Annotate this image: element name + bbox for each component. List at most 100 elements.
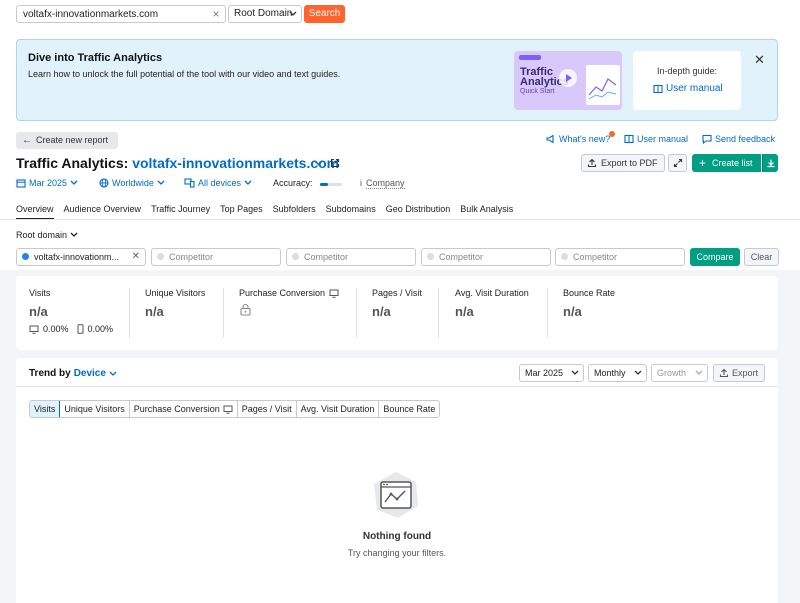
tab-audience-overview[interactable]: Audience Overview [64, 204, 142, 220]
competitor-input-4[interactable]: Competitor [555, 248, 685, 266]
date-filter-label: Mar 2025 [29, 178, 68, 188]
metric-label: Bounce Rate [563, 288, 616, 298]
expand-icon [673, 158, 683, 168]
info-icon: i [360, 178, 362, 188]
chevron-down-icon [289, 11, 297, 16]
user-manual-top-link[interactable]: User manual [624, 134, 688, 144]
metric-value: n/a [563, 304, 582, 319]
create-new-report-button[interactable]: ← Create new report [16, 132, 118, 149]
video-thumbnail[interactable]: Traffic Analytics Quick Start [514, 51, 622, 110]
desktop-share: 0.00% [43, 324, 69, 334]
download-icon [767, 159, 775, 168]
competitor-input-2[interactable]: Competitor [286, 248, 416, 266]
metric-divider [547, 288, 548, 338]
trend-date-select[interactable]: Mar 2025 [519, 364, 584, 382]
own-domain-value: voltafx-innovationm... [34, 252, 120, 262]
page-title-prefix: Traffic Analytics: [16, 155, 129, 171]
growth-value: Growth [657, 368, 687, 378]
plus-icon: + [699, 156, 707, 170]
guide-label: In-depth guide: [656, 66, 718, 76]
tab-subdomains[interactable]: Subdomains [326, 204, 376, 220]
domain-search-input[interactable] [16, 5, 226, 23]
tab-overview[interactable]: Overview [16, 204, 54, 220]
user-manual-link-label: User manual [666, 83, 723, 94]
export-pdf-button[interactable]: Export to PDF [581, 154, 665, 172]
domain-type-select[interactable]: Root Domain [228, 5, 302, 23]
user-manual-link[interactable]: User manual [653, 83, 723, 94]
domain-type-value: Root Domain [234, 8, 293, 19]
device-filter-label: All devices [198, 178, 242, 188]
thumb-subtitle: Quick Start [520, 88, 555, 95]
metric-visits: Visits n/a [29, 288, 50, 319]
clear-search-icon[interactable]: × [210, 8, 222, 20]
send-feedback-link[interactable]: Send feedback [702, 134, 775, 144]
competitor-input-1[interactable]: Competitor [151, 248, 281, 266]
tab-geo-distribution[interactable]: Geo Distribution [386, 204, 451, 220]
device-filter[interactable]: All devices [184, 178, 252, 188]
mtab-pages-visit[interactable]: Pages / Visit [238, 401, 297, 417]
user-manual-label: User manual [637, 134, 689, 144]
thumb-badge [519, 55, 541, 60]
desktop-icon [29, 325, 39, 334]
search-button[interactable]: Search [304, 5, 345, 23]
company-filter[interactable]: i Company [360, 178, 405, 189]
close-icon[interactable]: ✕ [754, 52, 765, 68]
region-filter[interactable]: Worldwide [99, 178, 165, 188]
whats-new-label: What's new? [559, 134, 611, 144]
accuracy-label: Accuracy: [273, 178, 313, 188]
empty-state-title: Nothing found [362, 531, 432, 542]
remove-domain-icon[interactable]: ✕ [132, 249, 140, 265]
export-pdf-label: Export to PDF [601, 158, 658, 168]
book-icon [624, 134, 634, 144]
external-link-icon[interactable] [330, 158, 340, 168]
growth-select[interactable]: Growth [651, 364, 708, 382]
compare-button[interactable]: Compare [690, 248, 740, 266]
page-title-domain[interactable]: voltafx-innovationmarkets.com [132, 155, 339, 171]
page-title: Traffic Analytics: voltafx-innovationmar… [16, 155, 339, 171]
create-new-report-label: Create new report [36, 135, 109, 145]
mtab-visits[interactable]: Visits [30, 401, 61, 417]
tabs-divider [0, 219, 800, 220]
chevron-down-icon[interactable] [109, 371, 117, 377]
thumb-chart-card [586, 65, 620, 105]
metric-label: Visits [29, 288, 51, 298]
metric-divider [223, 288, 224, 338]
arrow-left-icon: ← [22, 135, 32, 146]
granularity-select[interactable]: Monthly [588, 364, 647, 382]
own-domain-field[interactable]: voltafx-innovationm... ✕ [16, 248, 146, 266]
play-icon[interactable] [559, 69, 577, 87]
region-filter-label: Worldwide [112, 178, 154, 188]
tab-traffic-journey[interactable]: Traffic Journey [151, 204, 210, 220]
mtab-bounce-rate[interactable]: Bounce Rate [379, 401, 439, 417]
metric-label: Purchase Conversion [239, 288, 339, 298]
clear-button[interactable]: Clear [744, 248, 779, 266]
metric-avg-visit-duration: Avg. Visit Duration n/a [455, 288, 529, 319]
date-filter[interactable]: Mar 2025 [16, 178, 78, 188]
root-domain-select[interactable]: Root domain [16, 230, 78, 240]
mobile-share: 0.00% [87, 324, 114, 334]
chat-icon [702, 134, 712, 144]
metric-purchase-conversion: Purchase Conversion [239, 288, 339, 316]
tab-top-pages[interactable]: Top Pages [220, 204, 263, 220]
mtab-unique-visitors[interactable]: Unique Visitors [60, 401, 130, 417]
chevron-down-icon[interactable] [314, 160, 323, 166]
whats-new-link[interactable]: What's new? [546, 134, 610, 144]
export-button[interactable]: Export [713, 364, 765, 382]
tab-bulk-analysis[interactable]: Bulk Analysis [460, 204, 513, 220]
trend-title-label: Trend by [29, 368, 71, 379]
metric-value: n/a [145, 304, 164, 319]
mtab-purchase-conversion[interactable]: Purchase Conversion [130, 401, 238, 417]
trend-dimension-select[interactable]: Device [74, 368, 106, 379]
metric-pages-visit: Pages / Visit n/a [372, 288, 422, 319]
intro-banner: Dive into Traffic Analytics Learn how to… [16, 39, 778, 121]
download-list-button[interactable] [762, 154, 778, 172]
metric-label: Pages / Visit [372, 288, 422, 298]
company-label: Company [366, 178, 405, 189]
metric-divider [438, 288, 439, 338]
mtab-avg-visit-duration[interactable]: Avg. Visit Duration [297, 401, 380, 417]
upload-icon [587, 158, 597, 168]
expand-button[interactable] [668, 154, 687, 172]
create-list-button[interactable]: + Create list [692, 154, 761, 172]
competitor-input-3[interactable]: Competitor [421, 248, 551, 266]
tab-subfolders[interactable]: Subfolders [273, 204, 316, 220]
